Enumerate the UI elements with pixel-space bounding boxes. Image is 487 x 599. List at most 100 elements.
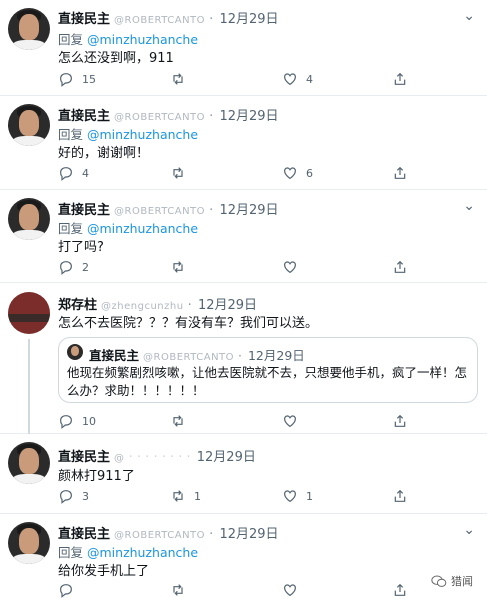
author-name[interactable]: 直接民主: [58, 203, 110, 218]
heart-icon: [284, 490, 296, 503]
share-button[interactable]: [392, 413, 416, 429]
reply-count: 3: [82, 489, 89, 503]
avatar[interactable]: [8, 8, 50, 50]
reply-mention[interactable]: @minzhuzhanche: [87, 545, 198, 560]
reply-icon: [60, 73, 72, 87]
tweet-header: 直接民主 @ROBERTCANTO · 12月29日: [58, 527, 279, 542]
tweet[interactable]: 直接民主 @ROBERTCANTO · 12月29日 ⌄ 回复 @minzhuzh…: [0, 0, 487, 96]
reply-count: 10: [82, 414, 96, 428]
avatar[interactable]: [8, 442, 50, 484]
chevron-down-icon[interactable]: ⌄: [463, 522, 475, 538]
reply-button[interactable]: [58, 582, 82, 598]
tweet-date[interactable]: 12月29日: [219, 203, 278, 218]
thread-line: [28, 339, 30, 434]
author-name[interactable]: 直接民主: [58, 450, 110, 465]
tweet[interactable]: 直接民主 @ROBERTCANTO · 12月29日 回复 @minzhuzhan…: [0, 96, 487, 190]
tweet-actions: 10: [58, 413, 418, 431]
author-handle[interactable]: @: [114, 453, 125, 464]
avatar[interactable]: [8, 198, 50, 240]
avatar: [67, 344, 83, 360]
tweet-header: 直接民主 @ · · · · · · · · 12月29日: [58, 450, 256, 465]
retweet-button[interactable]: [170, 71, 194, 87]
share-button[interactable]: [392, 71, 416, 87]
retweet-button[interactable]: [170, 413, 194, 429]
tweet-date[interactable]: 12月29日: [198, 298, 257, 313]
author-handle[interactable]: @zhengcunzhu: [101, 301, 184, 312]
tweet-date[interactable]: 12月29日: [219, 527, 278, 542]
author-name[interactable]: 直接民主: [58, 527, 110, 542]
like-count: 1: [306, 489, 313, 503]
author-handle[interactable]: @ROBERTCANTO: [114, 206, 205, 217]
reply-mention[interactable]: @minzhuzhanche: [87, 221, 198, 236]
heart-icon: [284, 584, 296, 597]
tweet[interactable]: 直接民主 @ROBERTCANTO · 12月29日 ⌄ 回复 @minzhuzh…: [0, 190, 487, 283]
tweet-text: 打了吗?: [58, 240, 104, 255]
share-icon: [394, 166, 406, 179]
share-button[interactable]: [392, 259, 416, 275]
tweet-actions: 4 6: [58, 165, 418, 183]
author-name[interactable]: 郑存柱: [58, 298, 97, 313]
avatar[interactable]: [8, 522, 50, 564]
reply-count: 15: [82, 72, 96, 86]
share-button[interactable]: [392, 582, 416, 598]
reply-button[interactable]: 4: [58, 165, 89, 181]
retweet-icon: [173, 73, 183, 85]
tweet-header: 直接民主 @ROBERTCANTO · 12月29日: [58, 12, 279, 27]
author-handle[interactable]: @ROBERTCANTO: [114, 112, 205, 123]
share-button[interactable]: [392, 488, 416, 504]
tweet-actions: 3 1 1: [58, 488, 418, 506]
tweet-date[interactable]: 12月29日: [219, 109, 278, 124]
quote-header: 直接民主 @ROBERTCANTO · 12月29日: [89, 348, 305, 363]
tweet-date[interactable]: 12月29日: [219, 12, 278, 27]
avatar[interactable]: [8, 104, 50, 146]
tweet-actions: [58, 582, 418, 599]
like-button[interactable]: 1: [282, 488, 313, 504]
tweet-header: 郑存柱 @zhengcunzhu · 12月29日: [58, 298, 258, 313]
share-icon: [394, 414, 406, 427]
chevron-down-icon[interactable]: ⌄: [463, 198, 475, 214]
retweet-button[interactable]: [170, 165, 194, 181]
share-icon: [394, 583, 406, 596]
retweet-button[interactable]: 1: [170, 488, 201, 504]
tweet[interactable]: 直接民主 @ · · · · · · · · 12月29日 颜林打911了 3 1…: [0, 434, 487, 514]
wechat-icon: [431, 574, 447, 587]
tweet-header: 直接民主 @ROBERTCANTO · 12月29日: [58, 109, 279, 124]
like-button[interactable]: 4: [282, 71, 313, 87]
like-button[interactable]: 6: [282, 165, 313, 181]
tweet-text: 怎么还没到啊，911: [58, 51, 174, 66]
retweet-button[interactable]: [170, 582, 194, 598]
share-icon: [394, 260, 406, 273]
reply-button[interactable]: 10: [58, 413, 96, 429]
author-name[interactable]: 直接民主: [58, 12, 110, 27]
chevron-down-icon[interactable]: ⌄: [463, 8, 475, 24]
retweet-button[interactable]: [170, 259, 194, 275]
reply-mention[interactable]: @minzhuzhanche: [87, 32, 198, 47]
author-name[interactable]: 直接民主: [58, 109, 110, 124]
reply-context: 回复 @minzhuzhanche: [58, 218, 198, 237]
tweet[interactable]: 郑存柱 @zhengcunzhu · 12月29日 怎么不去医院？？？有没有车？我…: [0, 283, 487, 434]
reply-icon: [60, 490, 72, 504]
like-button[interactable]: [282, 582, 306, 598]
watermark: 猎闻: [431, 573, 473, 589]
share-button[interactable]: [392, 165, 416, 181]
tweet-text: 给你发手机上了: [58, 564, 150, 579]
tweet-date[interactable]: 12月29日: [197, 450, 256, 465]
tweet-text: 怎么不去医院？？？有没有车？我们可以送。: [58, 316, 319, 331]
retweet-icon: [173, 261, 183, 273]
reply-prefix: 回复: [58, 32, 84, 47]
reply-button[interactable]: 15: [58, 71, 96, 87]
reply-button[interactable]: 2: [58, 259, 89, 275]
avatar[interactable]: [8, 292, 50, 334]
author-handle[interactable]: @ROBERTCANTO: [114, 15, 205, 26]
author-name: 直接民主: [89, 348, 140, 363]
tweet[interactable]: 直接民主 @ROBERTCANTO · 12月29日 ⌄ 回复 @minzhuzh…: [0, 514, 487, 599]
like-button[interactable]: [282, 413, 306, 429]
quoted-tweet[interactable]: 直接民主 @ROBERTCANTO · 12月29日 他现在频繁剧烈咳嗽，让他去医…: [58, 337, 478, 403]
author-handle[interactable]: @ROBERTCANTO: [114, 530, 205, 541]
reply-mention[interactable]: @minzhuzhanche: [87, 127, 198, 142]
reply-button[interactable]: 3: [58, 488, 89, 504]
like-button[interactable]: [282, 259, 306, 275]
tweet-date: 12月29日: [247, 348, 305, 363]
reply-prefix: 回复: [58, 221, 84, 236]
like-count: 6: [306, 166, 313, 180]
